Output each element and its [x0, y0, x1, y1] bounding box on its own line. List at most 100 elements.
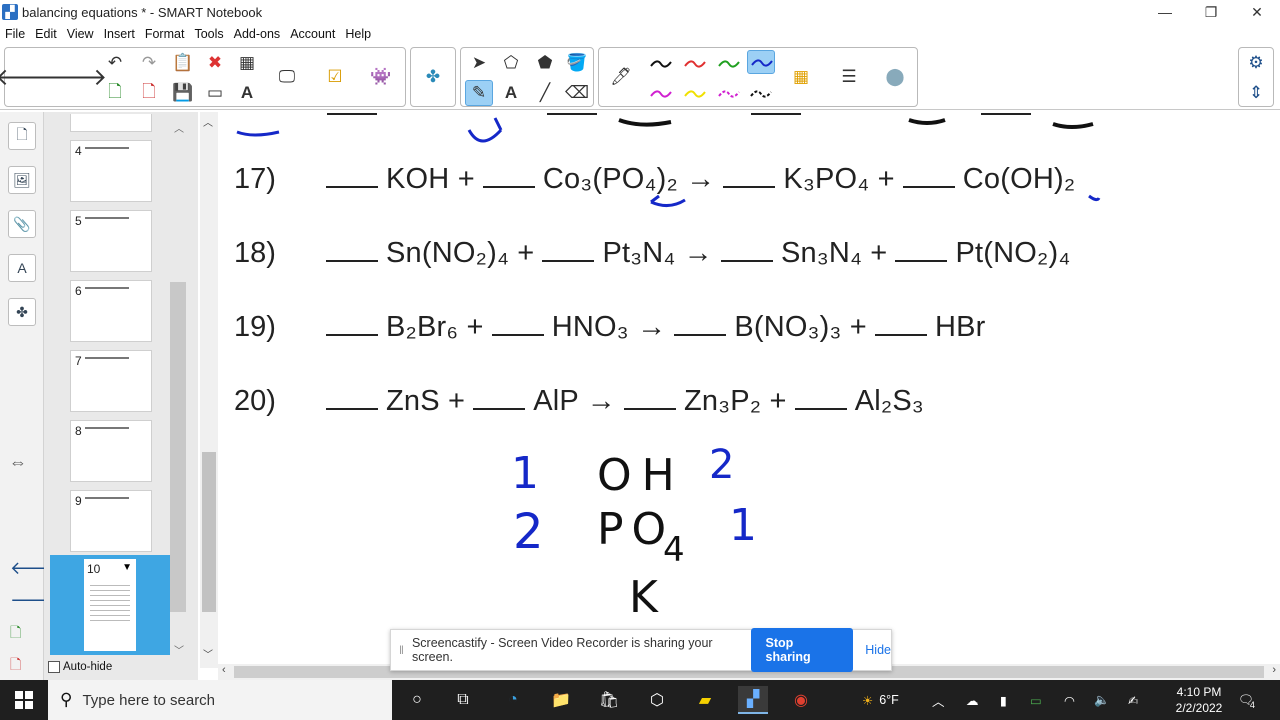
hide-button[interactable]: Hide — [865, 643, 891, 657]
sticky-notes-icon[interactable]: ▰ — [690, 686, 720, 714]
page-thumb-partial[interactable] — [70, 114, 152, 132]
addons-tab-icon[interactable]: ✤ — [8, 298, 36, 326]
select-icon[interactable]: ➤ — [465, 50, 493, 76]
coefficient-blank[interactable] — [794, 384, 847, 410]
pen-tool-icon[interactable]: 🖊 — [607, 64, 635, 90]
page-thumb-7[interactable]: 7 — [70, 350, 152, 412]
page-thumb-9[interactable]: 9 — [70, 490, 152, 552]
attachments-tab-icon[interactable]: 📎 — [8, 210, 36, 238]
taskbar-clock[interactable]: 4:10 PM 2/2/2022 — [1164, 684, 1234, 716]
app-cube-icon[interactable]: ⬡ — [642, 686, 672, 714]
undo-icon[interactable]: ↶ — [101, 50, 129, 76]
pen-green[interactable] — [715, 52, 743, 76]
delete-page-icon[interactable]: 🗋 — [135, 80, 163, 106]
autohide-checkbox[interactable] — [48, 661, 60, 673]
coefficient-blank[interactable] — [674, 310, 727, 336]
delete-icon[interactable]: ✖ — [201, 50, 229, 76]
menu-account[interactable]: Account — [285, 27, 340, 41]
gear-icon[interactable]: ⚙ — [1242, 50, 1270, 76]
page-thumb-5[interactable]: 5 — [70, 210, 152, 272]
page-menu-icon[interactable]: ▼ — [122, 562, 132, 573]
eraser-icon[interactable]: ⌫ — [563, 80, 591, 106]
save-icon[interactable]: 💾 — [169, 80, 197, 106]
close-button[interactable]: ✕ — [1234, 0, 1280, 24]
fill-effects-icon[interactable]: ⬤ — [881, 64, 909, 90]
new-page-icon[interactable]: 🗋 — [101, 80, 129, 106]
page-thumb-8[interactable]: 8 — [70, 420, 152, 482]
response-icon[interactable]: ☑ — [321, 64, 349, 90]
menu-edit[interactable]: Edit — [30, 27, 62, 41]
shapes-icon[interactable]: ⬠ — [497, 50, 525, 76]
paste-icon[interactable]: 📋 — [169, 50, 197, 76]
smart-notebook-taskbar-icon[interactable]: ▞ — [738, 686, 768, 714]
drag-handle-icon[interactable]: ‖ — [391, 643, 412, 657]
pen-black-dashed[interactable] — [747, 82, 775, 106]
scroll-left-icon[interactable]: ‹ — [222, 664, 226, 676]
sorter-scroll-up-icon[interactable]: ︿ — [174, 120, 184, 135]
file-explorer-icon[interactable]: 📁 — [546, 686, 576, 714]
pen-yellow[interactable] — [681, 82, 709, 106]
sidebar-delete-page-icon[interactable]: 🗋 — [10, 654, 21, 678]
table-icon[interactable]: ▦ — [233, 50, 261, 76]
menu-addons[interactable]: Add-ons — [229, 27, 286, 41]
coefficient-blank[interactable] — [874, 310, 927, 336]
maximize-button[interactable]: ❐ — [1188, 0, 1234, 24]
coefficient-blank[interactable] — [326, 310, 378, 336]
minimize-button[interactable]: — — [1142, 0, 1188, 24]
page-thumb-10-selected[interactable]: 10 ▼ — [50, 555, 170, 655]
puzzle-icon[interactable]: ✤ — [419, 64, 447, 90]
battery-icon[interactable]: ▭ — [1030, 680, 1042, 720]
wifi-icon[interactable]: ◠ — [1064, 680, 1075, 720]
autohide-option[interactable]: Auto-hide — [48, 661, 112, 673]
redo-icon[interactable]: ↷ — [135, 50, 163, 76]
display-icon[interactable]: 🖵 — [273, 64, 301, 90]
scroll-down-icon[interactable]: ﹀ — [203, 646, 213, 661]
chrome-icon[interactable]: ◉ — [786, 686, 816, 714]
notebook-canvas[interactable]: 17) KOH + Co₃(PO₄)₂ → K₃PO₄ + Co(OH)₂ 18… — [200, 112, 1280, 668]
menu-tools[interactable]: Tools — [189, 27, 228, 41]
notifications-icon[interactable]: 🗨 4 — [1238, 680, 1255, 720]
scrollbar-thumb[interactable] — [202, 452, 216, 612]
coefficient-blank[interactable] — [895, 236, 948, 262]
menu-format[interactable]: Format — [140, 27, 190, 41]
page-thumb-6[interactable]: 6 — [70, 280, 152, 342]
cortana-icon[interactable]: ○ — [402, 686, 432, 714]
pen-blue-selected[interactable] — [747, 50, 775, 74]
addon-monster-icon[interactable]: 👾 — [367, 64, 395, 90]
line-icon[interactable]: ╱ — [531, 80, 559, 106]
volume-icon[interactable]: 🔈 — [1094, 680, 1110, 720]
menu-file[interactable]: File — [0, 27, 30, 41]
pen-red[interactable] — [681, 52, 709, 76]
pen-magenta-dashed[interactable] — [715, 82, 743, 106]
eraser-shape-icon[interactable]: ⬟ — [531, 50, 559, 76]
pen-black[interactable] — [647, 52, 675, 76]
coefficient-blank[interactable] — [720, 236, 773, 262]
task-view-icon[interactable]: ⧉ — [448, 686, 478, 714]
next-page-icon[interactable]: 🡒 — [43, 64, 107, 91]
properties-tab-icon[interactable]: A — [8, 254, 36, 282]
pens-icon[interactable]: ✎ — [465, 80, 493, 106]
coefficient-blank[interactable] — [542, 236, 595, 262]
pen-workspace-icon[interactable]: ✍ — [1128, 680, 1138, 720]
coefficient-blank[interactable] — [473, 384, 526, 410]
canvas-vertical-scrollbar[interactable]: ︿ ﹀ — [200, 112, 218, 668]
color-palette-icon[interactable]: ▦ — [787, 64, 815, 90]
sorter-scrollbar[interactable] — [170, 282, 186, 612]
sidebar-add-page-icon[interactable]: 🗋 — [10, 622, 21, 646]
menu-help[interactable]: Help — [340, 27, 376, 41]
onedrive-icon[interactable]: ☁ — [966, 680, 979, 720]
weather-widget[interactable]: ☀ 6°F — [862, 680, 899, 720]
page-thumb-4[interactable]: 4 — [70, 140, 152, 202]
resize-arrows-icon[interactable]: ⇔ — [9, 452, 27, 473]
text-icon[interactable]: A — [497, 80, 525, 106]
tray-chevron-icon[interactable]: ︿ — [932, 680, 945, 720]
scroll-up-icon[interactable]: ︿ — [203, 114, 213, 129]
scroll-right-icon[interactable]: › — [1272, 664, 1276, 676]
start-button[interactable] — [0, 680, 48, 720]
coefficient-blank[interactable] — [491, 310, 544, 336]
page-sorter-tab-icon[interactable]: 🗋 — [8, 122, 36, 150]
fill-icon[interactable]: 🪣 — [563, 50, 591, 76]
screen-shade-icon[interactable]: ▭ — [201, 80, 229, 106]
menu-insert[interactable]: Insert — [99, 27, 140, 41]
gallery-tab-icon[interactable]: 🖼 — [8, 166, 36, 194]
